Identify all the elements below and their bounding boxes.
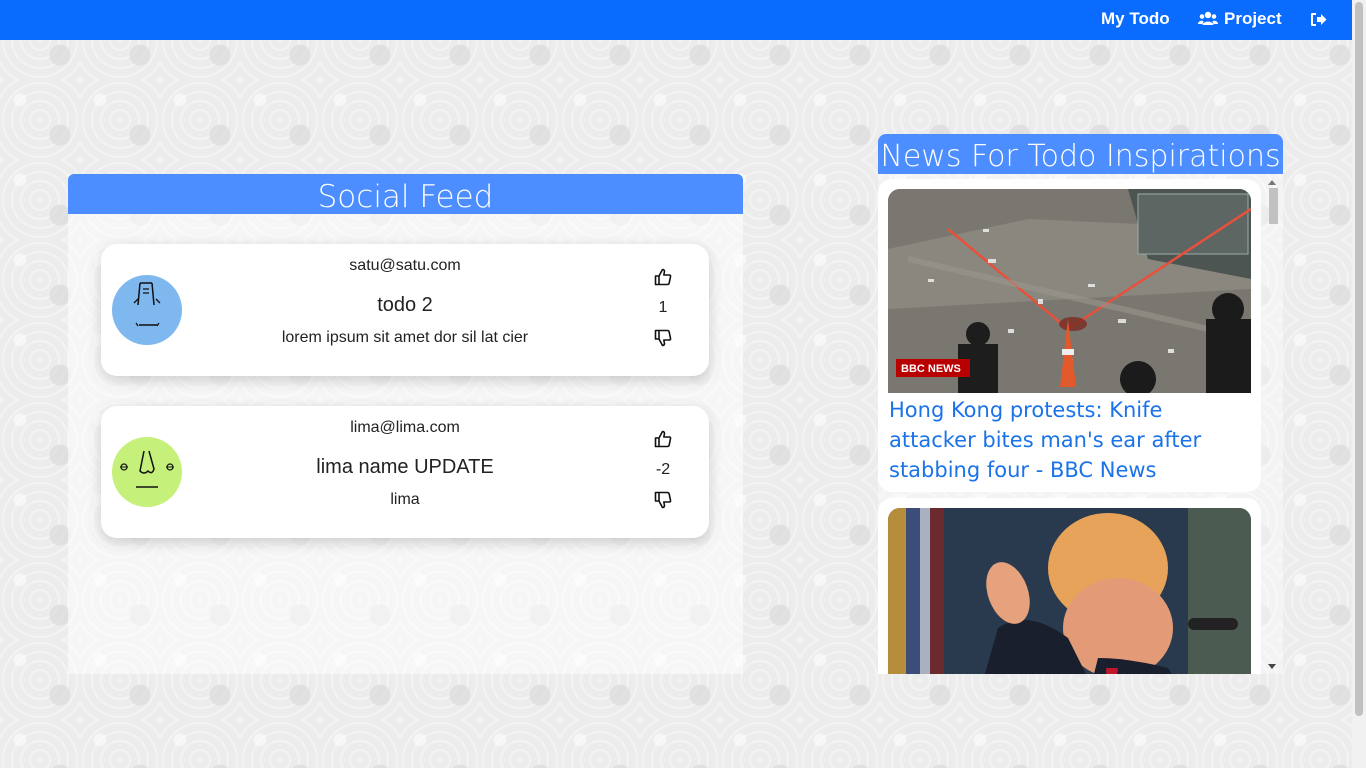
sign-out-icon (1310, 12, 1327, 27)
post-description: lima (390, 491, 420, 508)
post-title: lima name UPDATE (316, 456, 494, 478)
vote-controls: 1 (649, 268, 677, 352)
nav-project-label: Project (1224, 9, 1282, 28)
nav-my-todo-link[interactable]: My Todo (1101, 9, 1170, 29)
thumbs-down-icon[interactable] (649, 329, 677, 352)
news-article-card (878, 498, 1261, 674)
feed-post-card: satu@satu.com todo 2 lorem ipsum sit ame… (101, 244, 709, 376)
news-source-badge: BBC NEWS (901, 363, 961, 375)
vote-count: 1 (658, 299, 668, 316)
post-description: lorem ipsum sit amet dor sil lat cier (281, 329, 529, 346)
thumbs-down-icon[interactable] (649, 491, 677, 514)
vote-controls: -2 (649, 430, 677, 514)
vote-count: -2 (655, 461, 671, 478)
news-panel: News For Todo Inspirations BBC NEWS Hong… (878, 134, 1283, 674)
news-scrollbar-thumb[interactable] (1269, 188, 1278, 224)
nav-project-link[interactable]: Project (1198, 9, 1282, 29)
logout-button[interactable] (1310, 12, 1327, 27)
scroll-down-arrow-icon[interactable] (1268, 664, 1276, 669)
news-article-image[interactable] (888, 508, 1251, 674)
news-article-link[interactable]: Hong Kong protests: Knife attacker bites… (889, 395, 1254, 485)
post-author-email: lima@lima.com (350, 419, 460, 436)
page-scrollbar-thumb[interactable] (1355, 2, 1363, 716)
thumbs-up-icon[interactable] (649, 430, 677, 453)
news-article-image[interactable]: BBC NEWS (888, 189, 1251, 393)
feed-post-card: lima@lima.com lima name UPDATE lima -2 (101, 406, 709, 538)
social-feed-title: Social Feed (68, 174, 743, 215)
scroll-up-arrow-icon[interactable] (1268, 180, 1276, 185)
news-scrollbar[interactable] (1266, 178, 1280, 674)
post-author-email: satu@satu.com (349, 257, 461, 274)
nav-my-todo-label: My Todo (1101, 9, 1170, 28)
thumbs-up-icon[interactable] (649, 268, 677, 291)
news-article-card: BBC NEWS Hong Kong protests: Knife attac… (878, 179, 1261, 492)
top-navbar: My Todo Project (0, 0, 1352, 40)
post-title: todo 2 (377, 294, 433, 316)
social-feed-panel: Social Feed satu@satu.com todo 2 lorem i… (68, 174, 743, 674)
news-scroll-area[interactable]: BBC NEWS Hong Kong protests: Knife attac… (878, 174, 1283, 674)
news-panel-title: News For Todo Inspirations (878, 134, 1283, 174)
page-scrollbar[interactable] (1352, 0, 1366, 768)
users-icon (1198, 11, 1218, 27)
